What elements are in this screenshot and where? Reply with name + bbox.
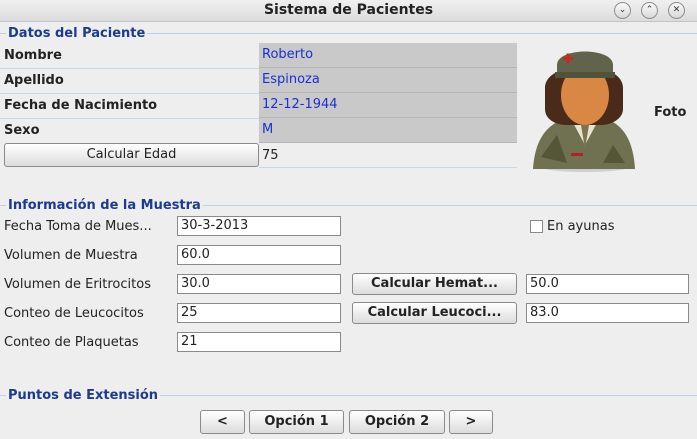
value-nombre: Roberto (259, 43, 517, 68)
close-button[interactable]: ✕ (668, 2, 685, 19)
volumen-muestra-field[interactable]: 60.0 (177, 245, 341, 265)
fecha-toma-field[interactable]: 30-3-2013 (177, 216, 341, 236)
calcular-edad-button[interactable]: Calcular Edad (4, 143, 259, 167)
en-ayunas-label: En ayunas (547, 219, 615, 234)
label-fecha-toma: Fecha Toma de Mues... (4, 219, 152, 234)
label-sexo: Sexo (4, 123, 40, 138)
label-volumen-eritrocitos: Volumen de Eritrocitos (4, 277, 151, 292)
minimize-button[interactable]: ⌄ (614, 2, 631, 19)
en-ayunas-checkbox[interactable] (530, 220, 543, 233)
label-conteo-plaquetas: Conteo de Plaquetas (4, 335, 139, 350)
label-volumen-muestra: Volumen de Muestra (4, 248, 138, 263)
conteo-plaquetas-field[interactable]: 21 (177, 332, 341, 352)
opcion-2-button[interactable]: Opción 2 (349, 410, 445, 434)
hematocrito-result-field[interactable]: 50.0 (526, 274, 689, 294)
label-nombre: Nombre (4, 48, 62, 63)
value-apellido: Espinoza (259, 68, 517, 93)
label-apellido: Apellido (4, 73, 64, 88)
age-value: 75 (262, 148, 279, 163)
label-conteo-leucocitos: Conteo de Leucocitos (4, 306, 144, 321)
value-sexo: M (259, 118, 517, 143)
doctor-avatar-icon (527, 45, 639, 175)
leucocitos-result-field[interactable]: 83.0 (526, 303, 689, 323)
next-button[interactable]: > (449, 410, 493, 434)
label-fecha-nacimiento: Fecha de Nacimiento (4, 98, 158, 113)
value-fecha-nacimiento: 12-12-1944 (259, 93, 517, 118)
row-divider (259, 167, 517, 168)
calcular-hematocrito-button[interactable]: Calcular Hemat... (352, 273, 517, 295)
calcular-leucocitos-button[interactable]: Calcular Leucoci... (352, 302, 517, 324)
volumen-eritrocitos-field[interactable]: 30.0 (177, 274, 341, 294)
conteo-leucocitos-field[interactable]: 25 (177, 303, 341, 323)
photo-label: Foto (654, 105, 687, 120)
extension-section-title: Puntos de Extensión (6, 388, 161, 403)
sample-section-title: Información de la Muestra (6, 198, 203, 213)
previous-button[interactable]: < (200, 410, 245, 434)
maximize-button[interactable]: ⌃ (641, 2, 658, 19)
window-title: Sistema de Pacientes (263, 2, 434, 18)
patient-section-title: Datos del Paciente (6, 26, 148, 41)
opcion-1-button[interactable]: Opción 1 (249, 410, 344, 434)
window-title-bar: Sistema de Pacientes ⌄ ⌃ ✕ (0, 0, 697, 22)
